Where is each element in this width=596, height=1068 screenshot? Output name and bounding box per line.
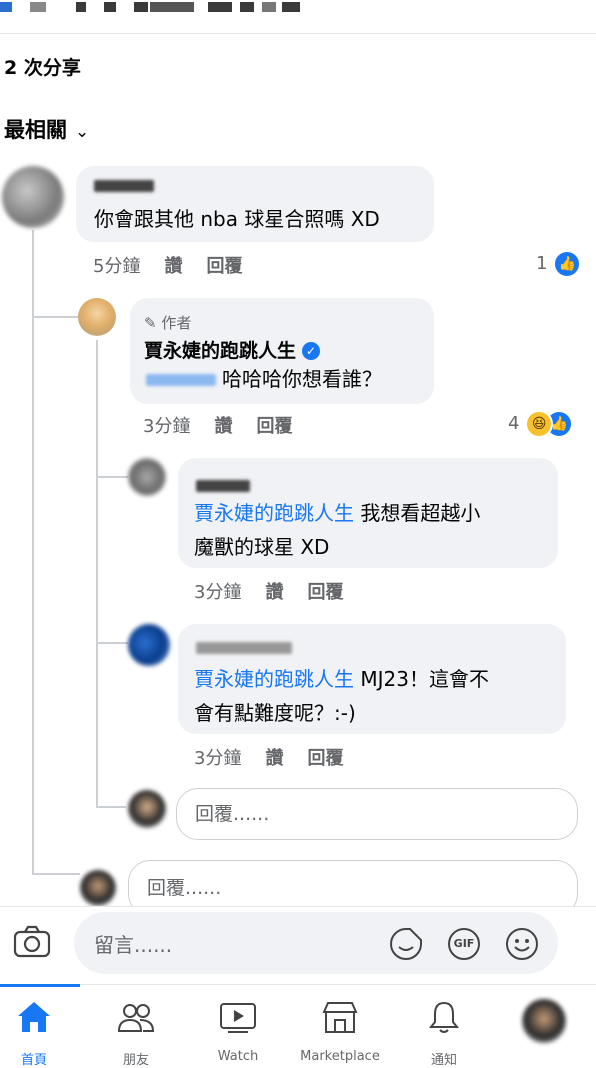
- comment-bubble: 你會跟其他 nba 球星合照嗎 XD: [76, 166, 434, 242]
- nav-watch[interactable]: Watch: [188, 985, 288, 1064]
- comment-time: 5分鐘: [93, 256, 141, 277]
- avatar[interactable]: [128, 458, 166, 496]
- home-icon: [18, 1002, 50, 1032]
- reply-action[interactable]: 回覆: [307, 748, 343, 769]
- nav-friends[interactable]: 朋友: [86, 985, 186, 1068]
- reaction-count: 1: [536, 253, 548, 274]
- nav-marketplace[interactable]: Marketplace: [290, 985, 390, 1064]
- thread-line: [32, 230, 34, 875]
- comment-text-line2: 魔獸的球星 XD: [194, 535, 330, 559]
- reaction-summary[interactable]: 4 😆 👍: [508, 410, 574, 438]
- gif-icon[interactable]: GIF: [446, 926, 482, 962]
- my-avatar: [128, 790, 166, 828]
- verified-badge-icon: ✓: [302, 342, 321, 360]
- thread-line: [96, 340, 98, 808]
- author-badge: ✎ 作者: [144, 312, 191, 333]
- like-action[interactable]: 讚: [265, 748, 283, 769]
- haha-reaction-icon: 😆: [525, 410, 554, 438]
- reply-action[interactable]: 回覆: [256, 416, 292, 437]
- like-action[interactable]: 讚: [164, 256, 182, 277]
- camera-icon[interactable]: [12, 922, 52, 962]
- share-count[interactable]: 2 次分享: [4, 53, 81, 80]
- comment-bubble: 賈永婕的跑跳人生 我想看超越小 魔獸的球星 XD: [178, 458, 558, 568]
- comment-text-line2: 會有點難度呢？:-): [194, 701, 356, 725]
- like-reaction-icon: 👍: [553, 250, 582, 278]
- comment-time: 3分鐘: [194, 582, 242, 603]
- comment-bubble: ✎ 作者 賈永婕的跑跳人生 ✓ 哈哈哈你想看誰？: [130, 298, 434, 404]
- commenter-name[interactable]: 賈永婕的跑跳人生 ✓: [144, 336, 321, 363]
- reply-input[interactable]: 回覆......: [176, 788, 578, 840]
- thread-line: [98, 476, 128, 478]
- nav-label: Watch: [217, 1049, 259, 1064]
- author-avatar[interactable]: [78, 298, 116, 336]
- comment-meta: 5分鐘 讚 回覆: [93, 252, 266, 278]
- nav-home[interactable]: 首頁: [0, 985, 84, 1068]
- comment-time: 3分鐘: [194, 748, 242, 769]
- mention-link[interactable]: 賈永婕的跑跳人生: [194, 501, 354, 525]
- like-action[interactable]: 讚: [214, 416, 232, 437]
- comment-time: 3分鐘: [143, 416, 191, 437]
- pencil-icon: ✎: [144, 314, 157, 332]
- author-tag-label: 作者: [161, 314, 192, 332]
- censored-header: [0, 0, 596, 20]
- commenter-name[interactable]: [94, 180, 154, 192]
- thread-line: [34, 316, 78, 318]
- marketplace-icon: [322, 1002, 358, 1033]
- comment-text: 賈永婕的跑跳人生 MJ23！這會不 會有點難度呢？:-): [194, 662, 489, 730]
- nav-notifications[interactable]: 通知: [394, 985, 494, 1068]
- reply-action[interactable]: 回覆: [307, 582, 343, 603]
- reaction-count: 4: [508, 413, 520, 434]
- nav-label: Marketplace: [300, 1049, 380, 1064]
- comment-text-line1: MJ23！這會不: [360, 667, 489, 691]
- active-tab-indicator: [0, 984, 80, 987]
- nav-label: 朋友: [122, 1053, 149, 1068]
- profile-avatar: [522, 999, 566, 1043]
- avatar[interactable]: [2, 166, 64, 228]
- mention-link[interactable]: 賈永婕的跑跳人生: [194, 667, 354, 691]
- comment-text: 你會跟其他 nba 球星合照嗎 XD: [94, 207, 380, 231]
- chevron-down-icon: ⌄: [75, 122, 90, 142]
- nav-label: 通知: [430, 1053, 457, 1068]
- comment-text: 賈永婕的跑跳人生 我想看超越小 魔獸的球星 XD: [194, 496, 480, 564]
- avatar[interactable]: [128, 624, 170, 666]
- watch-icon: [220, 1003, 256, 1033]
- comment-text-line1: 我想看超越小: [360, 501, 481, 525]
- nav-label: 首頁: [20, 1053, 47, 1068]
- divider: [0, 33, 596, 34]
- emoji-icon[interactable]: [504, 926, 540, 962]
- sort-label: 最相關: [4, 118, 67, 142]
- comment-meta: 3分鐘 讚 回覆: [194, 744, 367, 770]
- sticker-icon[interactable]: [388, 926, 424, 962]
- author-name-text: 賈永婕的跑跳人生: [144, 340, 297, 362]
- thread-line: [98, 642, 128, 644]
- reaction-summary[interactable]: 1 👍: [536, 250, 582, 278]
- friends-icon: [117, 1004, 155, 1032]
- bell-icon: [428, 1001, 460, 1033]
- mention-tag[interactable]: [146, 374, 216, 386]
- thread-line: [98, 806, 126, 808]
- my-avatar: [80, 870, 116, 906]
- like-action[interactable]: 讚: [265, 582, 283, 603]
- gif-label: GIF: [453, 937, 475, 950]
- comment-bubble: 賈永婕的跑跳人生 MJ23！這會不 會有點難度呢？:-): [178, 624, 566, 734]
- comment-meta: 3分鐘 讚 回覆: [143, 412, 316, 438]
- sort-dropdown[interactable]: 最相關 ⌄: [4, 114, 89, 144]
- thread-line: [32, 873, 80, 875]
- bottom-nav: 首頁 朋友 Watch Marketplace 通知: [0, 984, 596, 1068]
- comment-placeholder: 留言......: [94, 933, 173, 957]
- commenter-name[interactable]: [196, 480, 250, 492]
- comment-meta: 3分鐘 讚 回覆: [194, 578, 367, 604]
- commenter-name[interactable]: [196, 642, 292, 654]
- reply-action[interactable]: 回覆: [206, 256, 242, 277]
- comment-text: 哈哈哈你想看誰？: [222, 367, 382, 391]
- nav-menu-profile[interactable]: [496, 985, 596, 1061]
